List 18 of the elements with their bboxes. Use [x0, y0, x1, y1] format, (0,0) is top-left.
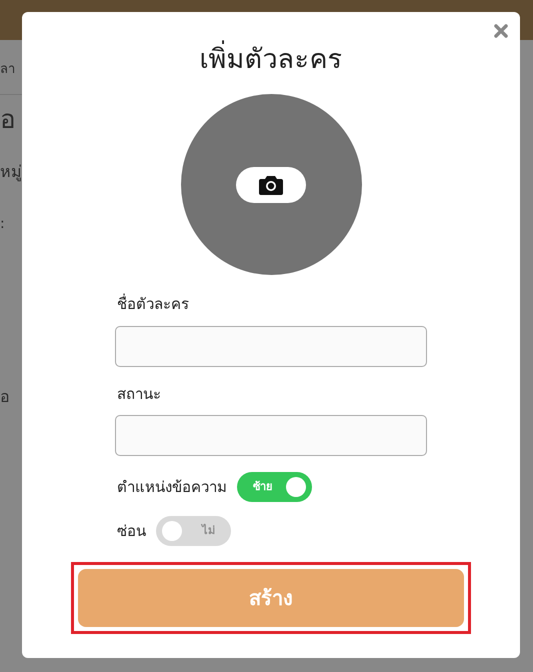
create-button[interactable]: สร้าง — [78, 569, 464, 627]
upload-photo-button[interactable] — [236, 166, 306, 202]
page-heading: อ — [0, 104, 17, 136]
toggle-label: ซ่อน — [117, 520, 146, 542]
text-input[interactable] — [115, 415, 427, 456]
page-text: อ — [0, 386, 11, 408]
close-icon[interactable] — [494, 24, 508, 38]
field-label: ชื่อตัวละคร — [117, 293, 190, 315]
toggle-switch[interactable]: ซ้าย — [237, 472, 312, 502]
toggle-switch[interactable]: ไม่ — [156, 516, 231, 546]
page-text: : — [0, 214, 6, 234]
camera-icon — [259, 174, 283, 194]
text-input[interactable] — [115, 326, 427, 366]
dialog-title: เพิ่มตัวละคร — [200, 42, 342, 78]
page-text: หมู่ — [0, 160, 22, 184]
toggle-label: ตำแหน่งข้อความ — [117, 476, 227, 498]
page-text: ลา — [0, 61, 16, 79]
field-label: สถานะ — [117, 384, 162, 404]
